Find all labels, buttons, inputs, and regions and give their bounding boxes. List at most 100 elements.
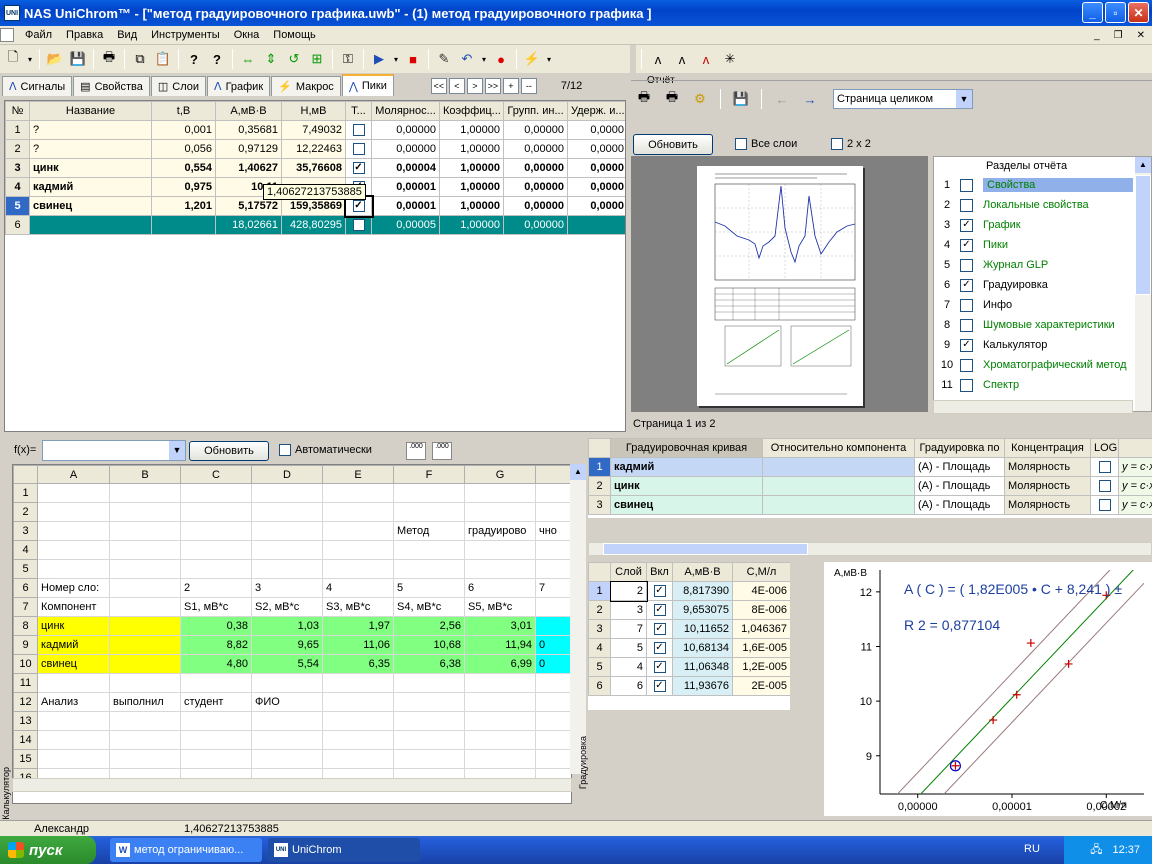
undo-zoom-icon[interactable]: ↺ [283,48,305,70]
sheet-cell[interactable] [109,483,181,503]
back-arrow-icon[interactable]: ← [771,88,793,110]
sheet-cell[interactable] [322,559,394,579]
enabled-cell[interactable]: ✓ [646,600,673,620]
new-file-icon[interactable]: 🗋 [2,48,24,70]
sheet-cell[interactable] [109,711,181,731]
peaks-header-7[interactable]: Коэффиц... [439,101,504,121]
list-item[interactable]: 8 Шумовые характеристики [934,315,1151,335]
paste-icon[interactable]: 📋 [152,48,174,70]
table-row[interactable]: 1 2 ✓ 8,817390 4E-006 [588,580,790,602]
sheet-cell[interactable] [109,521,181,541]
cell-u[interactable]: 0,0000 [567,158,625,178]
copy-icon[interactable]: ⧉ [129,48,151,70]
sheet-cell[interactable] [109,730,181,750]
tab-signals[interactable]: ᐱ Сигналы [2,76,73,96]
list-item[interactable]: 7 Инфо [934,295,1151,315]
sheet-cell[interactable]: свинец [37,654,110,674]
sheet-cell[interactable] [393,692,465,712]
sheet-cell[interactable] [464,673,536,693]
log-cell[interactable] [1090,476,1119,496]
log-cell[interactable] [1090,495,1119,515]
calibrate-by[interactable]: (A) - Площадь [914,476,1005,496]
grid-2x2-checkbox[interactable] [831,138,843,150]
horizontal-arrows-icon[interactable]: ⇔ [237,48,259,70]
enabled-checkbox[interactable]: ✓ [653,680,666,693]
sheet-cell[interactable] [109,654,181,674]
nav-last-button[interactable]: >> [484,78,501,94]
list-item[interactable]: 10 Хроматографический метод [934,355,1151,375]
mdi-close-icon[interactable]: ✕ [1130,30,1152,41]
menu-help[interactable]: Помощь [266,29,323,41]
sheet-cell[interactable] [535,483,571,503]
sheet-cell[interactable] [37,521,110,541]
peak-checkbox[interactable]: ✓ [352,200,365,213]
cell-name[interactable]: ? [29,120,152,140]
sheet-col-header[interactable]: G [464,465,536,484]
sheet-cell[interactable] [251,711,323,731]
enabled-cell[interactable]: ✓ [646,619,673,639]
sheet-cell[interactable] [393,749,465,769]
conc-cell[interactable]: 1,6E-005 [732,638,790,658]
sheet-cell[interactable]: 6,99 [464,654,536,674]
conc-cell[interactable]: 2E-005 [732,676,790,696]
sheet-row-header[interactable]: 7 [13,597,38,617]
sheet-cell[interactable] [109,749,181,769]
cell-mol[interactable]: 0,00001 [371,177,440,197]
sheet-row-header[interactable]: 15 [13,749,38,769]
sheet-cell[interactable] [464,711,536,731]
layer-cell[interactable]: 5 [610,638,647,658]
sheet-cell[interactable] [109,673,181,693]
sheet-cell[interactable] [393,730,465,750]
sheet-cell[interactable]: градуирово [464,521,536,541]
sheet-cell[interactable] [535,540,571,560]
sheet-col-header[interactable]: F [393,465,465,484]
sheet-cell[interactable]: 9,65 [251,635,323,655]
minimize-button[interactable]: _ [1082,2,1103,23]
dropdown-arrow-icon[interactable]: ▾ [479,48,489,70]
peaks-header-1[interactable]: Название [29,101,152,121]
decimal-decrease-icon[interactable]: .000 [406,442,426,460]
peaks-header-0[interactable]: № [5,101,30,121]
sheet-cell[interactable] [251,521,323,541]
list-item[interactable]: 9 ✓ Калькулятор [934,335,1151,355]
peak-checkbox[interactable] [352,143,365,156]
sheet-cell[interactable] [180,730,252,750]
menu-file[interactable]: Файл [18,29,59,41]
sheet-cell[interactable] [251,749,323,769]
sheet-cell[interactable] [109,502,181,522]
sheet-cell[interactable] [180,749,252,769]
log-checkbox[interactable] [1098,480,1111,493]
enabled-cell[interactable]: ✓ [646,638,673,658]
curve-name[interactable]: цинк [610,476,763,496]
table-row[interactable]: 6 6 ✓ 11,93676 2E-005 [588,676,790,696]
calib-header[interactable]: LOG [1090,438,1119,458]
sheet-row-header[interactable]: 8 [13,616,38,636]
log-checkbox[interactable] [1098,461,1111,474]
cell-u[interactable]: 0,0000 [567,120,625,140]
sheet-cell[interactable]: студент [180,692,252,712]
cell-name[interactable]: свинец [29,196,152,216]
section-checkbox[interactable]: ✓ [960,238,973,252]
sheet-cell[interactable]: 6,38 [393,654,465,674]
cell-u[interactable]: 0,0000 [567,139,625,159]
forward-arrow-icon[interactable]: → [799,88,821,110]
enabled-checkbox[interactable]: ✓ [653,585,666,598]
sheet-cell[interactable] [464,692,536,712]
section-checkbox[interactable] [960,318,973,332]
taskbar-item-unichrom[interactable]: UNI UniChrom [268,838,420,862]
sheet-cell[interactable]: 4 [322,578,394,598]
sheet-col-header[interactable] [535,465,571,484]
sheet-cell[interactable] [180,559,252,579]
area-cell[interactable]: 11,06348 [672,657,733,677]
sheet-row-header[interactable]: 5 [13,559,38,579]
points-header[interactable]: Вкл [646,562,673,582]
sheet-cell[interactable]: S5, мВ*с [464,597,536,617]
section-checkbox[interactable] [960,298,973,312]
layer-cell[interactable]: 4 [610,657,647,677]
sheet-cell[interactable] [37,483,110,503]
nav-remove-button[interactable]: -- [520,78,537,94]
calib-header[interactable]: Градуировка по [914,438,1005,458]
peak-checkbox[interactable]: ✓ [352,162,365,175]
cell-t[interactable]: 0,554 [151,158,216,178]
sheet-cell[interactable] [109,578,181,598]
